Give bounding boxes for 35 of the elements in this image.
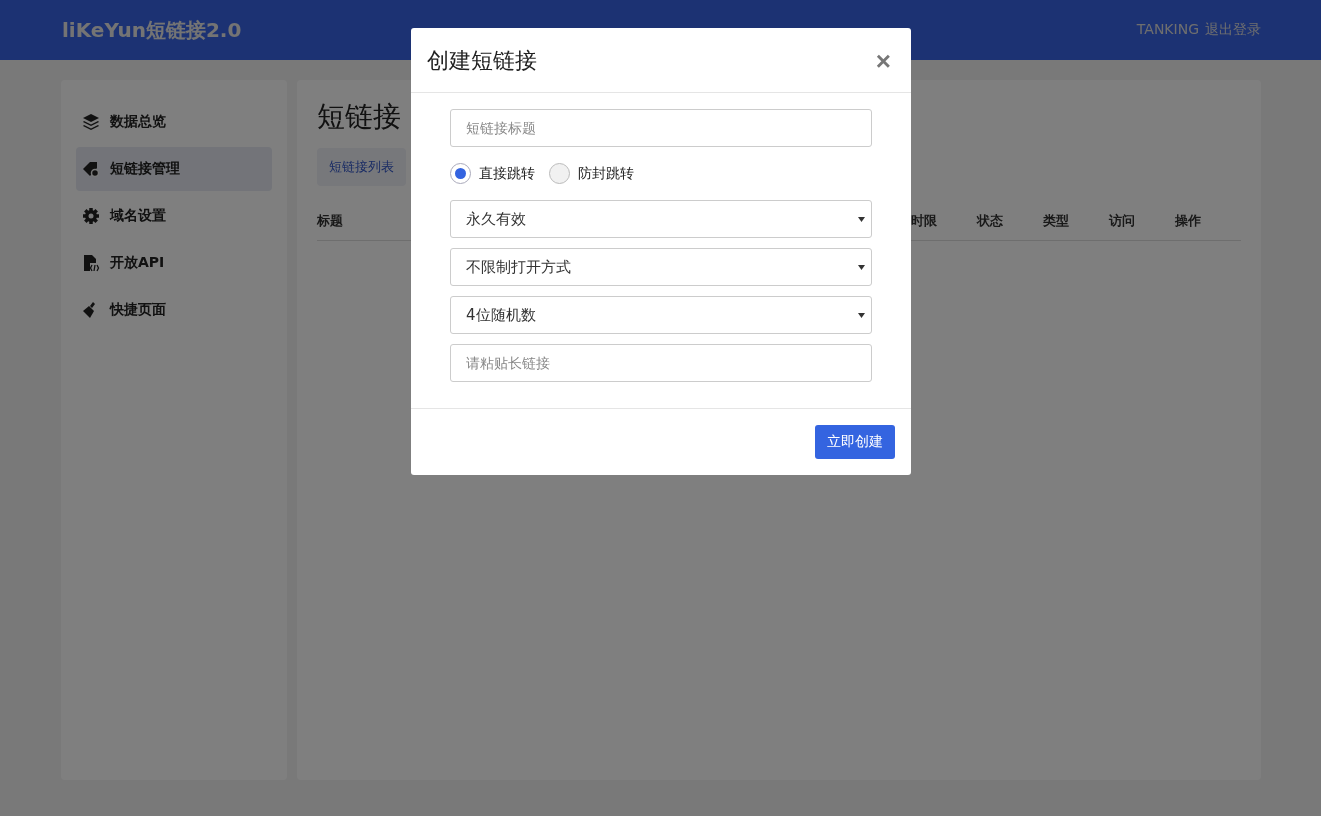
dialog-title: 创建短链接 (427, 47, 537, 75)
nav-item[interactable]: 短链接管理 (76, 147, 272, 191)
column-header: 标题 (317, 213, 343, 228)
tag-icon (82, 160, 100, 178)
gear-icon (82, 207, 100, 225)
radio-label: 防封跳转 (578, 164, 634, 183)
input-field[interactable]: 短链接标题 (450, 109, 872, 147)
column-header: 类型 (1043, 213, 1069, 228)
caret-icon (858, 312, 865, 318)
radio-button[interactable] (450, 163, 471, 184)
nav-item[interactable]: 域名设置 (76, 194, 272, 238)
close-button[interactable]: × (871, 48, 895, 74)
create-button[interactable]: 立即创建 (815, 425, 895, 459)
logout-link[interactable]: 退出登录 (1205, 21, 1261, 39)
radio-label: 直接跳转 (479, 164, 535, 183)
column-header: 访问 (1109, 213, 1135, 228)
nav-item[interactable]: 快捷页面 (76, 288, 272, 332)
user-name: TANKING (1136, 21, 1199, 39)
radio-button[interactable] (549, 163, 570, 184)
caret-icon (858, 216, 865, 222)
code-file-icon (82, 254, 100, 272)
layers-icon (82, 113, 100, 131)
column-header: 状态 (977, 213, 1003, 228)
tab[interactable]: 短链接列表 (317, 148, 406, 186)
column-header: 时限 (911, 213, 937, 228)
select-field[interactable]: 不限制打开方式 (450, 248, 872, 286)
nav-item[interactable]: 数据总览 (76, 100, 272, 144)
caret-icon (858, 264, 865, 270)
page-title: 短链接 (317, 99, 401, 135)
select-field[interactable]: 永久有效 (450, 200, 872, 238)
column-header: 操作 (1175, 213, 1201, 228)
nav-item[interactable]: 开放API (76, 241, 272, 285)
logo: liKeYun短链接2.0 (62, 16, 242, 44)
select-field[interactable]: 4位随机数 (450, 296, 872, 334)
input-field[interactable]: 请粘贴长链接 (450, 344, 872, 382)
